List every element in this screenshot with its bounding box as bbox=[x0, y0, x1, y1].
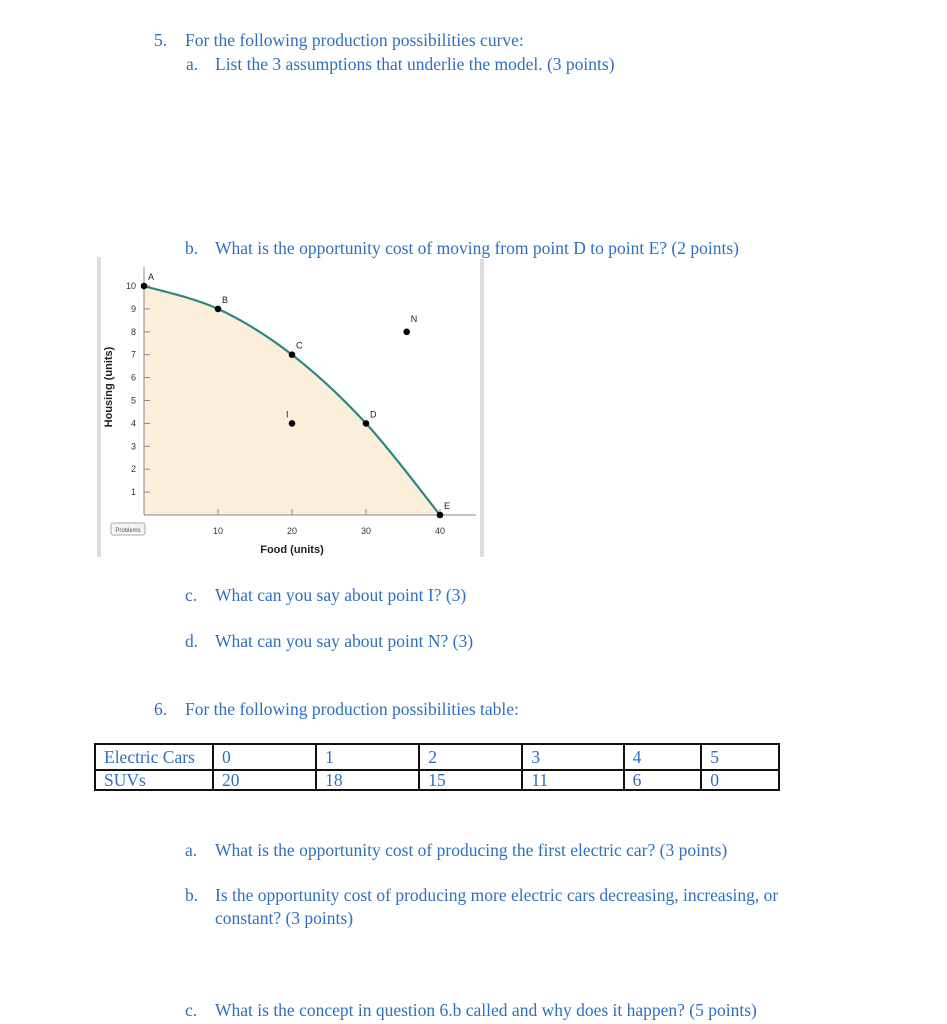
point-C bbox=[288, 351, 296, 358]
table-cell: 4 bbox=[622, 743, 703, 771]
table-cell: 18 bbox=[315, 769, 421, 791]
table-cell: 5 bbox=[700, 743, 780, 771]
y-tick-label: 4 bbox=[131, 418, 136, 428]
table-cell: 15 bbox=[418, 769, 524, 791]
q5b-text: What is the opportunity cost of moving f… bbox=[215, 238, 739, 259]
y-axis-label: Housing (units) bbox=[103, 346, 115, 427]
row-header: SUVs bbox=[94, 769, 214, 791]
q6a-label: a. bbox=[185, 840, 198, 860]
q5-text: For the following production possibiliti… bbox=[185, 30, 524, 50]
y-tick-label: 1 bbox=[131, 487, 136, 497]
point-label: I bbox=[286, 409, 289, 419]
q6b-text: Is the opportunity cost of producing mor… bbox=[215, 885, 779, 905]
table-cell: 6 bbox=[622, 769, 703, 791]
point-B bbox=[214, 305, 222, 313]
table-row: Electric Cars 0 1 2 3 4 5 bbox=[94, 743, 780, 771]
table-cell: 20 bbox=[211, 769, 318, 791]
q5d-label: d. bbox=[185, 631, 199, 651]
point-label: N bbox=[411, 314, 418, 324]
point-D bbox=[362, 420, 370, 427]
point-label: B bbox=[222, 295, 228, 305]
q5d-text: What can you say about point N? (3) bbox=[215, 631, 474, 651]
table-row: SUVs 20 18 15 11 6 0 bbox=[94, 769, 780, 791]
q6c-label: c. bbox=[185, 1000, 198, 1020]
production-table: Electric Cars 0 1 2 3 4 5 SUVs 20 18 15 … bbox=[94, 743, 780, 791]
q5-number: 5. bbox=[154, 30, 168, 50]
x-tick-label: 40 bbox=[435, 526, 445, 536]
ppc-chart: 10 20 30 40 1 2 3 4 5 6 7 8 9 10 Food (units) Housing (… bbox=[103, 267, 476, 556]
y-tick-label: 5 bbox=[131, 396, 136, 406]
row-header: Electric Cars bbox=[94, 743, 214, 771]
point-label: D bbox=[370, 409, 377, 419]
table-cell: 11 bbox=[521, 769, 625, 791]
q6-text: For the following production possibiliti… bbox=[185, 699, 519, 719]
table-cell: 2 bbox=[418, 743, 524, 771]
y-tick-label: 3 bbox=[131, 441, 136, 451]
q5a-label: a. bbox=[186, 54, 199, 74]
point-N bbox=[403, 328, 411, 336]
q5a-text: List the 3 assumptions that underlie the… bbox=[215, 54, 615, 74]
ppc-fill-area bbox=[144, 286, 440, 515]
y-tick-label: 9 bbox=[131, 304, 136, 314]
point-label: C bbox=[296, 341, 303, 351]
y-tick-label: 7 bbox=[131, 350, 136, 360]
q5c-label: c. bbox=[185, 585, 198, 605]
y-tick-label: 2 bbox=[131, 464, 136, 474]
x-tick-label: 30 bbox=[361, 526, 371, 536]
x-tick-label: 10 bbox=[213, 526, 223, 536]
q6b-label: b. bbox=[185, 885, 199, 905]
q6a-text: What is the opportunity cost of producin… bbox=[215, 840, 728, 860]
point-I bbox=[288, 420, 296, 427]
q5c-text: What can you say about point I? (3) bbox=[215, 585, 467, 605]
table-cell: 3 bbox=[521, 743, 625, 771]
point-label: A bbox=[148, 272, 154, 282]
y-tick-label: 8 bbox=[131, 327, 136, 337]
point-label: E bbox=[444, 501, 450, 511]
point-A bbox=[140, 282, 148, 290]
y-tick-label: 6 bbox=[131, 373, 136, 383]
q6b-text-cont: constant? (3 points) bbox=[215, 908, 354, 928]
y-tick-label: 10 bbox=[126, 281, 136, 291]
x-tick-label: 20 bbox=[287, 526, 297, 536]
ppc-chart-image: 10 20 30 40 1 2 3 4 5 6 7 8 9 10 Food (units) Housing (… bbox=[97, 257, 484, 557]
x-axis-label: Food (units) bbox=[260, 544, 324, 556]
point-E bbox=[436, 511, 444, 519]
table-cell: 1 bbox=[315, 743, 421, 771]
table-cell: 0 bbox=[211, 743, 318, 771]
problems-button-label: Problems bbox=[115, 528, 140, 534]
table-cell: 0 bbox=[700, 769, 780, 791]
q5b-label: b. bbox=[185, 238, 199, 258]
q6c-text: What is the concept in question 6.b call… bbox=[215, 1000, 757, 1020]
q6-number: 6. bbox=[154, 699, 168, 719]
